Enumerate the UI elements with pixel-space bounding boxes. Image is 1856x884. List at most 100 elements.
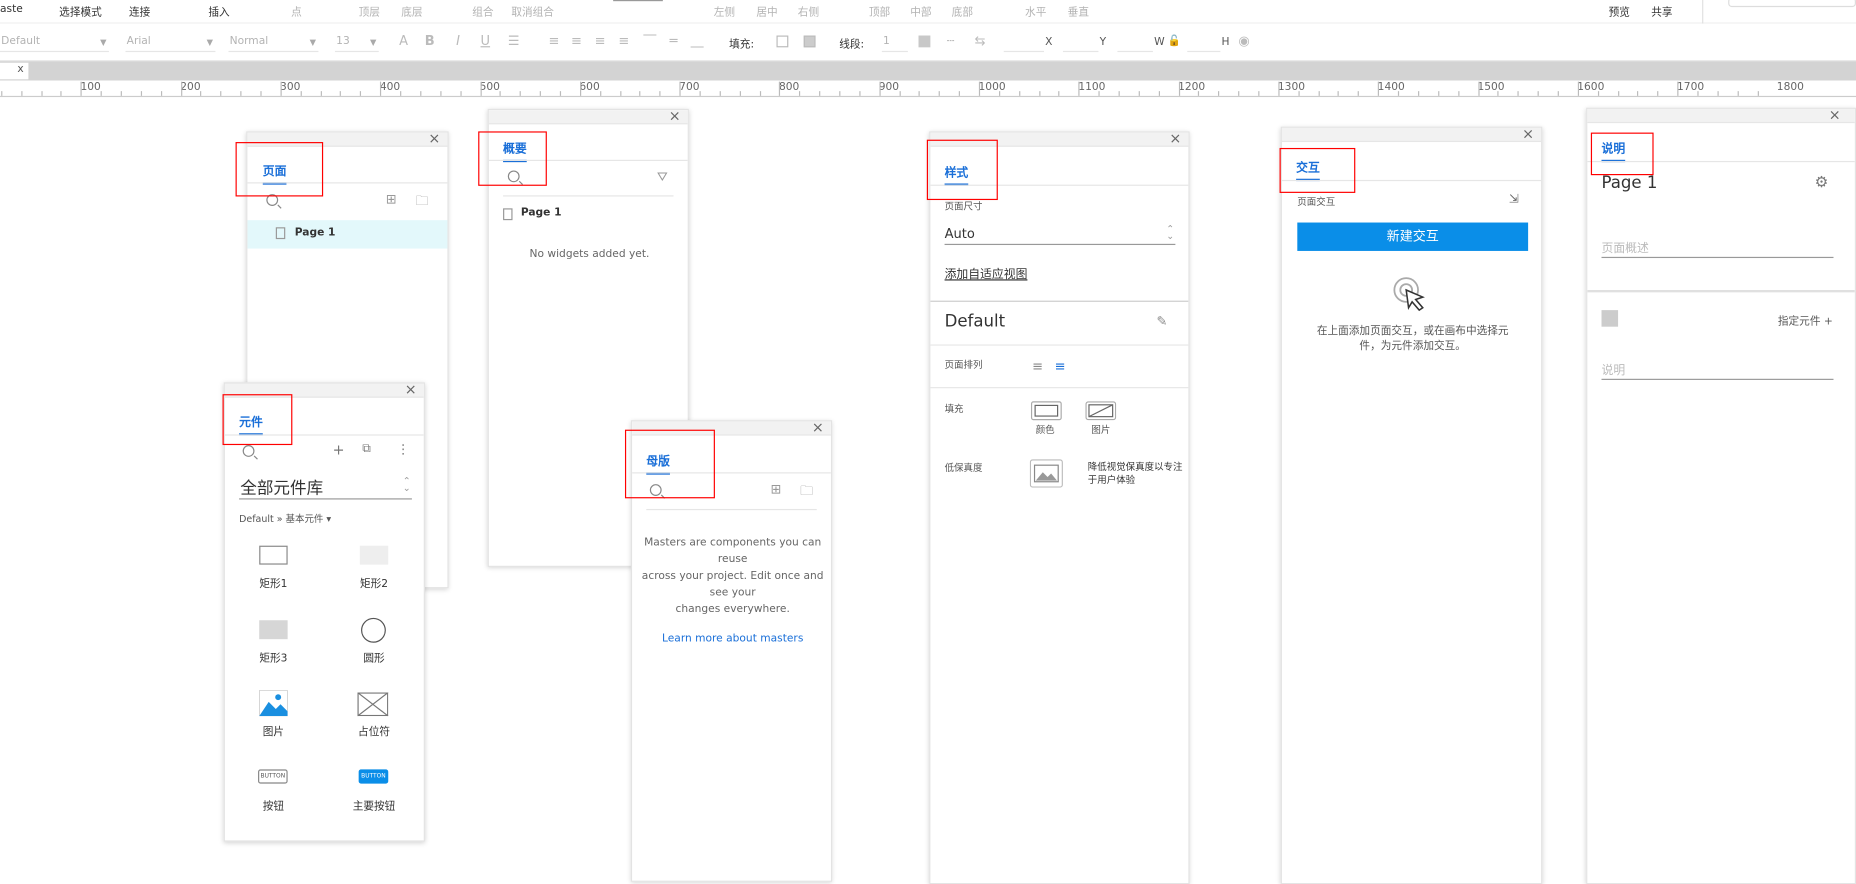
italic-icon[interactable]: I [450, 33, 467, 50]
ruler-tick [200, 91, 202, 96]
group-button[interactable]: 组合 [472, 4, 493, 19]
align-left-button[interactable]: 左侧 [714, 4, 735, 19]
top-layer-button[interactable]: 顶层 [359, 4, 380, 19]
search-icon[interactable] [242, 445, 255, 457]
ruler-tick [1637, 91, 1639, 96]
add-folder-icon[interactable]: 🗀 [415, 191, 428, 213]
widget-circle-icon[interactable] [361, 617, 386, 643]
canvas-tab[interactable]: x [0, 62, 29, 80]
library-select[interactable]: 全部元件库 ⌃ ⌄ [239, 473, 412, 500]
align-top-button[interactable]: 顶部 [869, 4, 890, 19]
distribute-horizontal-button[interactable]: 水平 [1025, 4, 1046, 19]
bold-icon[interactable]: B [421, 33, 438, 50]
close-icon[interactable]: × [1522, 128, 1534, 142]
share-button[interactable]: 共享 [1651, 4, 1672, 19]
valign-middle-icon[interactable]: ═ [665, 33, 682, 50]
field-color-swatch[interactable] [1601, 310, 1619, 327]
underline-icon[interactable]: U [477, 33, 494, 50]
x-field[interactable] [1003, 33, 1044, 53]
fill-image-button[interactable] [1085, 401, 1117, 421]
weight-dropdown[interactable]: Normal ▼ [228, 33, 319, 53]
text-color-icon[interactable]: A [395, 33, 412, 50]
add-library-icon[interactable]: + [333, 442, 345, 459]
add-master-icon[interactable]: ⊞ [771, 482, 782, 497]
outline-page-label[interactable]: Page 1 [521, 207, 562, 219]
filter-icon[interactable]: ⛛ [657, 169, 668, 186]
align-center-button[interactable]: 居中 [756, 4, 777, 19]
widget-rect2-icon[interactable] [359, 545, 389, 565]
size-dropdown[interactable]: 13 ▼ [334, 33, 379, 53]
line-color-swatch[interactable] [918, 35, 931, 48]
close-icon[interactable]: × [1829, 109, 1841, 123]
bottom-layer-button[interactable]: 底层 [401, 4, 422, 19]
widget-placeholder-icon[interactable] [357, 692, 389, 717]
widget-rect1-icon[interactable] [259, 545, 288, 565]
valign-top-icon[interactable]: ⎺ [642, 33, 659, 50]
distribute-vertical-button[interactable]: 垂直 [1068, 4, 1089, 19]
align-center-page-icon[interactable]: ≡ [1055, 359, 1066, 374]
select-mode-button[interactable]: 选择模式 [59, 4, 102, 19]
more-menu-icon[interactable]: ⋮ [397, 442, 410, 457]
edit-style-icon[interactable]: ✎ [1156, 314, 1167, 329]
align-left-page-icon[interactable]: ≡ [1032, 359, 1043, 374]
connect-button[interactable]: 连接 [129, 4, 150, 19]
lock-icon[interactable]: 🔓 [1166, 33, 1183, 50]
lowfi-toggle[interactable] [1029, 459, 1063, 488]
text-align-right-icon[interactable]: ≡ [592, 33, 609, 50]
text-align-center-icon[interactable]: ≡ [568, 33, 585, 50]
line-style-icon[interactable]: ┄ [942, 33, 959, 50]
paste-button[interactable]: aste [0, 4, 23, 16]
widget-label: 占位符 [358, 726, 391, 739]
gear-icon[interactable]: ⚙ [1815, 174, 1829, 192]
widget-rect3-icon[interactable] [259, 620, 288, 640]
login-box[interactable] [1728, 0, 1856, 8]
text-align-left-icon[interactable]: ≡ [546, 33, 563, 50]
y-field[interactable] [1062, 33, 1099, 53]
close-icon[interactable]: × [1169, 133, 1181, 147]
font-dropdown[interactable]: Arial ▼ [125, 33, 216, 53]
page-size-select[interactable]: Auto ⌃ ⌄ [944, 223, 1176, 246]
note-field[interactable]: 说明 [1601, 356, 1834, 380]
text-justify-icon[interactable]: ≡ [616, 33, 633, 50]
widget-button-icon[interactable]: BUTTON [258, 769, 288, 784]
insert-button[interactable]: 插入 [208, 4, 229, 19]
fill-gradient-swatch[interactable] [803, 35, 816, 48]
ruler-tick [140, 91, 142, 96]
fill-color-button[interactable] [1030, 401, 1062, 421]
arrow-style-icon[interactable]: ⇆ [972, 33, 989, 50]
close-icon[interactable]: × [428, 133, 440, 147]
ruler-tick [958, 91, 961, 96]
widget-image-icon[interactable] [259, 690, 288, 717]
library-copy-icon[interactable]: ⧉ [362, 443, 370, 456]
page-description-field[interactable]: 页面概述 [1601, 234, 1834, 259]
close-icon[interactable]: x [17, 64, 23, 76]
close-icon[interactable]: × [812, 421, 824, 435]
learn-masters-link[interactable]: Learn more about masters [632, 633, 831, 645]
ungroup-button[interactable]: 取消组合 [511, 4, 554, 19]
assign-widget-button[interactable]: 指定元件 + [1778, 312, 1833, 328]
valign-bottom-icon[interactable]: ⎽ [689, 33, 706, 50]
style-dropdown[interactable]: Default ▼ [0, 33, 109, 53]
fill-color-swatch[interactable] [776, 35, 789, 48]
preview-button[interactable]: 预览 [1609, 4, 1630, 19]
bullet-list-icon[interactable]: ☰ [505, 33, 522, 50]
library-breadcrumb[interactable]: Default » 基本元件 ▾ [239, 513, 331, 526]
add-page-icon[interactable]: ⊞ [386, 192, 397, 207]
new-interaction-button[interactable]: 新建交互 [1297, 222, 1529, 251]
page-list-item[interactable]: Page 1 [247, 220, 448, 249]
close-icon[interactable]: × [405, 384, 417, 398]
widget-primary-button-icon[interactable]: BUTTON [358, 769, 389, 784]
align-middle-button[interactable]: 中部 [910, 4, 931, 19]
h-field[interactable] [1187, 33, 1221, 53]
close-icon[interactable]: × [669, 110, 681, 124]
visibility-eye-icon[interactable]: ◉ [1236, 33, 1253, 50]
line-width-field[interactable]: 1 [881, 33, 908, 53]
align-bottom-button[interactable]: 底部 [952, 4, 973, 19]
point-button[interactable]: 点 [291, 4, 302, 19]
align-right-button[interactable]: 右侧 [798, 4, 819, 19]
w-field[interactable] [1117, 33, 1153, 53]
add-adaptive-view-link[interactable]: 添加自适应视图 [945, 264, 1028, 282]
ruler-label: 100 [80, 81, 101, 94]
expand-icon[interactable]: ⇲ [1509, 193, 1519, 206]
add-folder-icon[interactable]: 🗀 [800, 481, 813, 503]
